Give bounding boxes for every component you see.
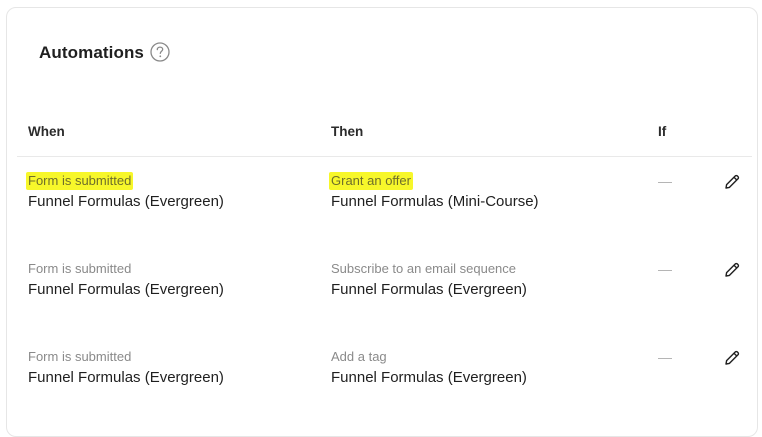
when-trigger-value: Funnel Formulas (Evergreen) <box>28 193 224 210</box>
panel-title: Automations <box>39 43 144 62</box>
pencil-icon[interactable] <box>723 261 741 279</box>
if-empty-dash <box>658 270 672 271</box>
when-trigger-label: Form is submitted <box>28 261 132 276</box>
then-cell: Grant an offer Funnel Formulas (Mini-Cou… <box>329 172 539 212</box>
then-action-label: Grant an offer <box>329 172 413 190</box>
column-header-when: When <box>28 124 65 139</box>
then-cell: Subscribe to an email sequence Funnel Fo… <box>331 260 527 300</box>
when-trigger-label: Form is submitted <box>26 172 134 190</box>
if-empty-dash <box>658 358 672 359</box>
then-action-label: Add a tag <box>331 349 387 364</box>
then-action-value: Funnel Formulas (Evergreen) <box>331 369 527 386</box>
when-trigger-value: Funnel Formulas (Evergreen) <box>28 369 224 386</box>
then-action-label: Subscribe to an email sequence <box>331 261 517 276</box>
automations-card: Automations When Then If Form is submitt… <box>6 7 758 437</box>
when-cell: Form is submitted Funnel Formulas (Everg… <box>26 172 224 212</box>
table-header: When Then If <box>17 108 752 157</box>
then-action-value: Funnel Formulas (Mini-Course) <box>331 193 539 210</box>
column-header-if: If <box>658 124 667 139</box>
when-trigger-value: Funnel Formulas (Evergreen) <box>28 281 224 298</box>
then-cell: Add a tag Funnel Formulas (Evergreen) <box>331 348 527 388</box>
table-row: Form is submitted Funnel Formulas (Everg… <box>17 348 752 436</box>
panel-header: Automations <box>39 42 170 63</box>
if-empty-dash <box>658 182 672 183</box>
column-header-then: Then <box>331 124 364 139</box>
when-cell: Form is submitted Funnel Formulas (Everg… <box>28 260 224 300</box>
pencil-icon[interactable] <box>723 173 741 191</box>
then-action-value: Funnel Formulas (Evergreen) <box>331 281 527 298</box>
question-circle-icon[interactable] <box>150 42 170 62</box>
when-trigger-label: Form is submitted <box>28 349 132 364</box>
when-cell: Form is submitted Funnel Formulas (Everg… <box>28 348 224 388</box>
pencil-icon[interactable] <box>723 349 741 367</box>
table-row: Form is submitted Funnel Formulas (Everg… <box>17 172 752 260</box>
table-row: Form is submitted Funnel Formulas (Everg… <box>17 260 752 348</box>
